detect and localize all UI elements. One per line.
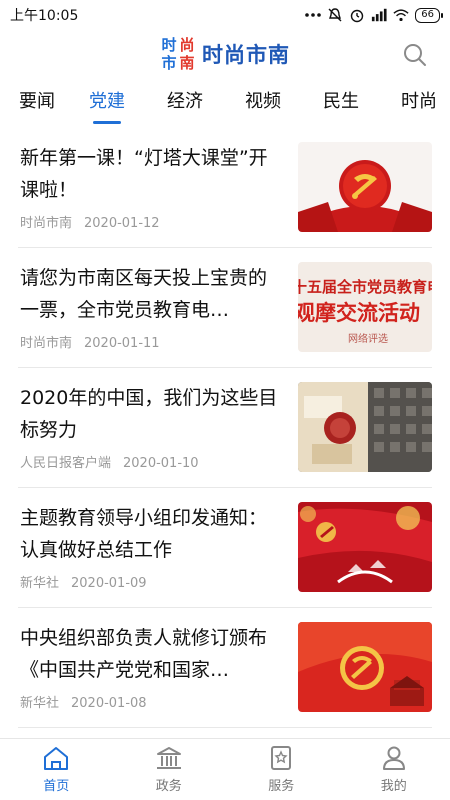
news-list: 新年第一课！“灯塔大课堂”开课啦！ 时尚市南 2020-01-12 请您为市南区每…: [0, 128, 450, 728]
battery-indicator: 66: [415, 7, 443, 23]
news-meta: 人民日报客户端 2020-01-10: [20, 452, 199, 471]
nav-label: 我的: [380, 779, 407, 794]
nav-service[interactable]: 服务: [225, 739, 338, 800]
service-bookmark-icon: [271, 746, 292, 770]
status-bar: 上午10:05 66: [0, 0, 450, 30]
wifi-icon: [393, 7, 409, 23]
news-thumbnail: [298, 622, 432, 712]
news-title: 请您为市南区每天投上宝贵的一票，全市党员教育电…: [20, 267, 268, 321]
search-button[interactable]: [402, 42, 428, 68]
bottom-nav: 首页 政务 服务 我的: [0, 738, 450, 800]
news-title: 2020年的中国，我们为这些目标努力: [20, 387, 278, 441]
news-title: 新年第一课！“灯塔大课堂”开课啦！: [20, 147, 268, 201]
news-thumbnail: [298, 382, 432, 472]
app-title: 时尚市南: [202, 43, 290, 67]
thumb-text: 网络评选: [348, 332, 388, 345]
news-date: 2020-01-10: [123, 456, 199, 471]
nav-profile[interactable]: 我的: [338, 739, 450, 800]
government-building-icon: [156, 747, 181, 769]
tab-video[interactable]: 视频: [224, 80, 302, 128]
status-icons: 66: [305, 7, 443, 23]
news-item[interactable]: 2020年的中国，我们为这些目标努力 人民日报客户端 2020-01-10: [18, 368, 432, 488]
news-source: 时尚市南: [20, 216, 73, 231]
search-icon: [404, 44, 426, 66]
news-title: 主题教育领导小组印发通知：认真做好总结工作: [20, 507, 268, 561]
profile-icon: [382, 746, 405, 770]
news-source: 新华社: [20, 696, 60, 711]
news-meta: 时尚市南 2020-01-11: [20, 332, 160, 351]
status-time: 上午10:05: [10, 8, 79, 24]
news-thumbnail: [298, 502, 432, 592]
mute-icon: [327, 7, 343, 23]
news-source: 人民日报客户端: [20, 456, 112, 471]
news-thumbnail: [298, 142, 432, 232]
tab-party-building[interactable]: 党建: [68, 80, 146, 128]
logo-char: 市: [161, 54, 177, 72]
tab-headlines[interactable]: 要闻: [0, 80, 68, 128]
app-header: 时 尚 市 南 时尚市南: [0, 30, 450, 78]
nav-label: 政务: [155, 779, 182, 794]
thumb-text: 十五届全市党员教育电: [298, 278, 432, 296]
news-date: 2020-01-12: [84, 216, 160, 231]
news-item[interactable]: 中央组织部负责人就修订颁布《中国共产党党和国家… 新华社 2020-01-08: [18, 608, 432, 728]
news-thumbnail: 十五届全市党员教育电 观摩交流活动 网络评选: [298, 262, 432, 352]
news-title: 中央组织部负责人就修订颁布《中国共产党党和国家…: [20, 627, 268, 681]
nav-label: 首页: [43, 779, 70, 794]
news-date: 2020-01-08: [71, 696, 147, 711]
news-date: 2020-01-09: [71, 576, 147, 591]
category-tabs: 要闻 党建 经济 视频 民生 时尚: [0, 80, 450, 128]
news-date: 2020-01-11: [84, 336, 160, 351]
tab-fashion[interactable]: 时尚: [380, 80, 450, 128]
news-source: 时尚市南: [20, 336, 73, 351]
brand: 时 尚 市 南 时尚市南: [160, 36, 290, 72]
signal-icon: [371, 7, 387, 23]
tab-economy[interactable]: 经济: [146, 80, 224, 128]
logo-char: 南: [179, 54, 195, 72]
news-meta: 新华社 2020-01-08: [20, 692, 147, 711]
logo-char: 时: [161, 36, 177, 54]
news-source: 新华社: [20, 576, 60, 591]
logo-char: 尚: [179, 36, 195, 54]
news-item[interactable]: 新年第一课！“灯塔大课堂”开课啦！ 时尚市南 2020-01-12: [18, 128, 432, 248]
news-meta: 新华社 2020-01-09: [20, 572, 147, 591]
tab-livelihood[interactable]: 民生: [302, 80, 380, 128]
thumb-text: 观摩交流活动: [298, 301, 420, 325]
news-item[interactable]: 主题教育领导小组印发通知：认真做好总结工作 新华社 2020-01-09: [18, 488, 432, 608]
alarm-icon: [349, 7, 365, 23]
nav-government[interactable]: 政务: [113, 739, 226, 800]
app-logo: 时 尚 市 南: [160, 36, 196, 72]
more-dots-icon: [305, 7, 322, 23]
news-item[interactable]: 请您为市南区每天投上宝贵的一票，全市党员教育电… 时尚市南 2020-01-11 …: [18, 248, 432, 368]
home-icon: [44, 747, 69, 770]
nav-label: 服务: [268, 779, 295, 794]
nav-home[interactable]: 首页: [0, 739, 113, 800]
news-meta: 时尚市南 2020-01-12: [20, 212, 160, 231]
